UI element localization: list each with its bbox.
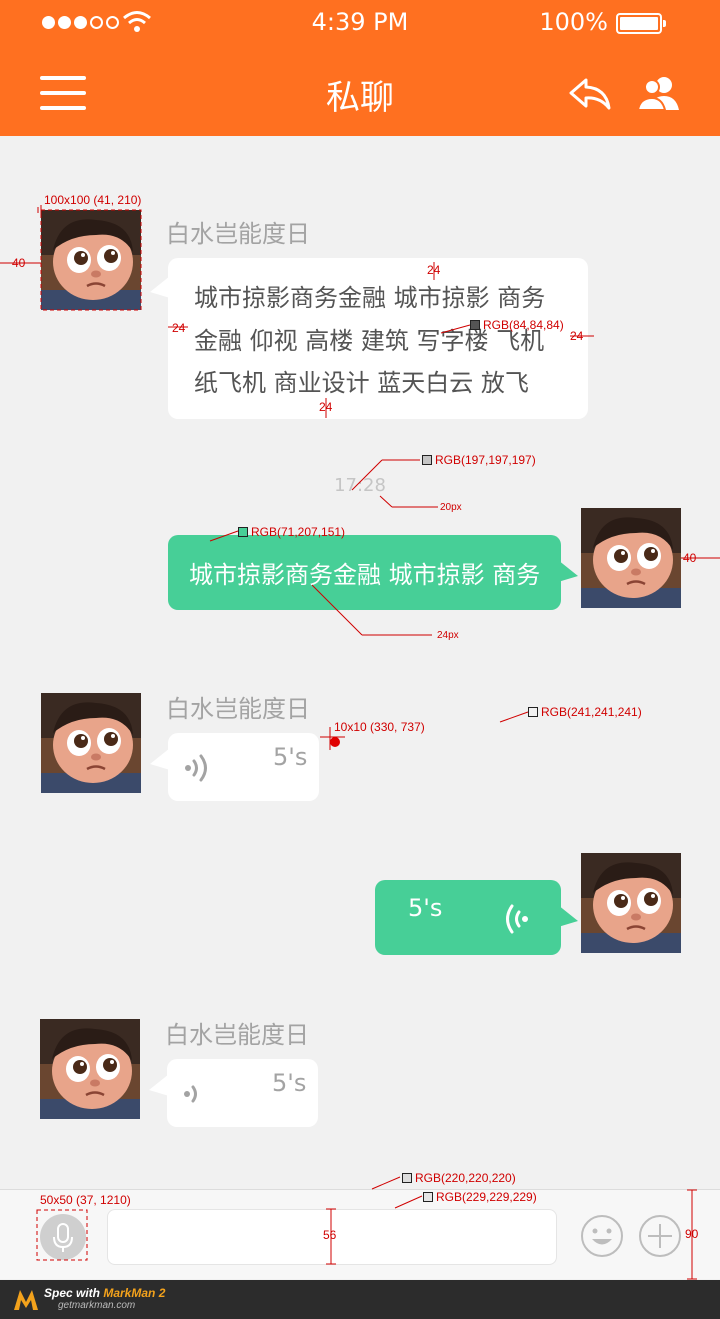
annotation-voice-size: 50x50 (37, 1210) bbox=[40, 1193, 131, 1207]
annotation-padding-left: 24 bbox=[172, 321, 186, 335]
annotation-green-text-size: 24px bbox=[437, 630, 459, 641]
annotation-avatar-size: 100x100 (41, 210) bbox=[44, 193, 142, 207]
annotation-border-color: RGB(220,220,220) bbox=[402, 1171, 516, 1185]
annotation-dot-size: 10x10 (330, 737) bbox=[334, 720, 425, 734]
markman-footer: Spec with MarkMan 2 getmarkman.com bbox=[0, 1280, 720, 1319]
annotation-input-height: 56 bbox=[323, 1228, 337, 1242]
annotation-timestamp-size: 20px bbox=[440, 502, 462, 513]
footer-site: getmarkman.com bbox=[58, 1300, 136, 1311]
annotation-padding-bottom: 24 bbox=[319, 400, 333, 414]
annotation-bar-height: 90 bbox=[685, 1227, 699, 1241]
annotation-timestamp-color: RGB(197,197,197) bbox=[422, 453, 536, 467]
footer-text: Spec with MarkMan 2 bbox=[44, 1286, 166, 1300]
annotation-padding-top: 24 bbox=[427, 263, 441, 277]
annotation-bg-color: RGB(241,241,241) bbox=[528, 705, 642, 719]
markman-logo-icon bbox=[14, 1290, 38, 1310]
annotation-green-color: RGB(71,207,151) bbox=[238, 525, 345, 539]
annotation-padding-right: 24 bbox=[570, 329, 584, 343]
annotation-margin-right: 40 bbox=[683, 551, 697, 565]
annotation-margin-left: 40 bbox=[12, 256, 26, 270]
annotation-text-color: RGB(84,84,84) bbox=[470, 318, 564, 332]
annotation-bar-color: RGB(229,229,229) bbox=[423, 1190, 537, 1204]
